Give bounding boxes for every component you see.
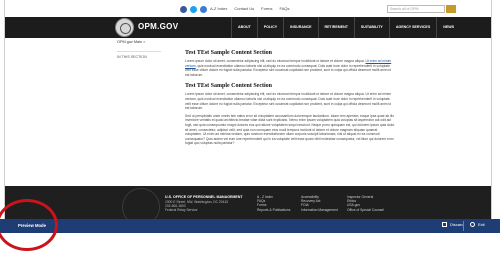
breadcrumb[interactable]: OPM.gov Main > [117, 40, 145, 44]
search-input[interactable]: Search all of OPM [387, 5, 445, 13]
paragraph-text: Lorem ipsum dolor sit amet, consectetur … [185, 59, 365, 63]
twitter-icon[interactable] [190, 6, 197, 13]
footer-links-col-2: Accessibility Recovery Act FOIA Informat… [301, 195, 338, 212]
exit-icon [470, 222, 475, 227]
toolbar-divider [463, 221, 464, 231]
social-links [180, 6, 207, 13]
util-link-faqs[interactable]: FAQs [279, 6, 289, 11]
footer-links-col-1: A - Z Index FAQs Forms Reports & Publica… [257, 195, 290, 212]
page-frame: A-Z Index Contact Us Forms FAQs Search a… [4, 0, 492, 232]
footer-relay-link[interactable]: Federal Relay Service [165, 208, 228, 212]
annotation-circle [0, 199, 58, 251]
main-nav: ABOUT POLICY INSURANCE RETIREMENT SUITAB… [231, 17, 460, 38]
section-title: Test TEst Sample Content Section [185, 50, 273, 56]
util-link-contact-us[interactable]: Contact Us [234, 6, 254, 11]
section-paragraph: Sed ut perspiciatis unde omnis iste natu… [185, 113, 395, 146]
sidebar-heading: IN THIS SECTION [117, 51, 161, 59]
footer-link[interactable]: Office of Special Counsel [347, 208, 384, 212]
site-header: OPM.GOV ABOUT POLICY INSURANCE RETIREMEN… [5, 17, 491, 38]
exit-label: Exit [478, 222, 485, 227]
discard-icon [442, 222, 447, 227]
nav-about[interactable]: ABOUT [231, 17, 257, 38]
facebook-icon[interactable] [180, 6, 187, 13]
paragraph-text: , quis nostrud exercitation ullamco labo… [185, 63, 391, 77]
youtube-icon[interactable] [200, 6, 207, 13]
section-title: Test TEst Sample Content Section [185, 83, 273, 90]
util-link-az-index[interactable]: A-Z Index [210, 6, 227, 11]
nav-policy[interactable]: POLICY [256, 17, 283, 38]
util-link-forms[interactable]: Forms [261, 6, 272, 11]
nav-retirement[interactable]: RETIREMENT [317, 17, 354, 38]
footer-address: 1900 E Street, NW, Washington, DC 20415 … [165, 200, 228, 213]
utility-bar: A-Z Index Contact Us Forms FAQs Search a… [5, 5, 491, 16]
footer-link[interactable]: Reports & Publications [257, 208, 290, 212]
footer-links-col-3: Inspector General Ethics USA.gov Office … [347, 195, 384, 212]
main-content: Test TEst Sample Content Section Lorem i… [185, 50, 395, 149]
utility-links: A-Z Index Contact Us Forms FAQs [210, 6, 290, 11]
nav-suitability[interactable]: SUITABILITY [353, 17, 389, 38]
site-logo-text[interactable]: OPM.GOV [138, 22, 178, 31]
footer-org-name: U.S. OFFICE OF PERSONNEL MANAGEMENT [165, 195, 243, 199]
discard-label: Discard [450, 222, 464, 227]
opm-seal-icon[interactable] [115, 18, 134, 37]
preview-mode-bar: Preview Mode Discard Exit [0, 219, 500, 233]
nav-insurance[interactable]: INSURANCE [283, 17, 317, 38]
discard-button[interactable]: Discard [442, 222, 464, 227]
nav-agency-services[interactable]: AGENCY SERVICES [388, 17, 436, 38]
search-button[interactable] [446, 5, 456, 13]
section-paragraph: Lorem ipsum dolor sit amet, consectetur … [185, 59, 395, 77]
section-paragraph: Lorem ipsum dolor sit amet, consectetur … [185, 92, 392, 111]
footer-link[interactable]: Information Management [301, 208, 338, 212]
exit-button[interactable]: Exit [470, 222, 485, 227]
nav-news[interactable]: NEWS [436, 17, 460, 38]
